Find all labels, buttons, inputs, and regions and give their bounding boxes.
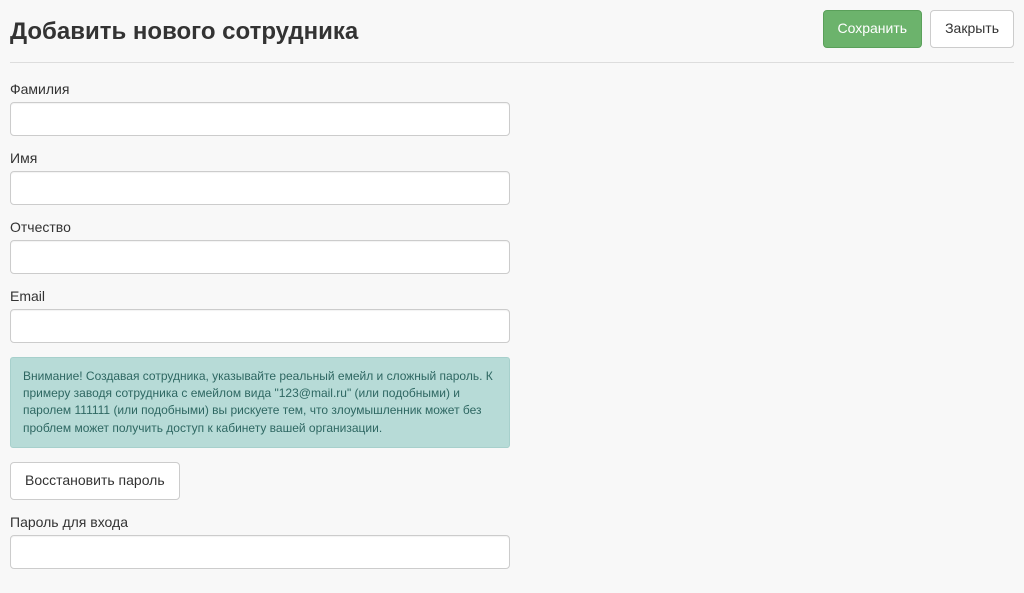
save-button[interactable]: Сохранить <box>823 10 923 48</box>
form-group-email: Email <box>10 288 510 343</box>
page-title: Добавить нового сотрудника <box>10 16 358 47</box>
first-name-input[interactable] <box>10 171 510 205</box>
last-name-label: Фамилия <box>10 81 510 97</box>
form-group-patronymic: Отчество <box>10 219 510 274</box>
header-actions: Сохранить Закрыть <box>823 10 1015 48</box>
last-name-input[interactable] <box>10 102 510 136</box>
employee-form: Фамилия Имя Отчество Email Внимание! Соз… <box>10 81 510 569</box>
form-group-first-name: Имя <box>10 150 510 205</box>
patronymic-label: Отчество <box>10 219 510 235</box>
restore-password-wrap: Восстановить пароль <box>10 462 510 500</box>
form-group-last-name: Фамилия <box>10 81 510 136</box>
close-button[interactable]: Закрыть <box>930 10 1014 48</box>
password-label: Пароль для входа <box>10 514 510 530</box>
password-input[interactable] <box>10 535 510 569</box>
password-warning-alert: Внимание! Создавая сотрудника, указывайт… <box>10 357 510 449</box>
email-label: Email <box>10 288 510 304</box>
restore-password-button[interactable]: Восстановить пароль <box>10 462 180 500</box>
email-input[interactable] <box>10 309 510 343</box>
first-name-label: Имя <box>10 150 510 166</box>
page-header: Добавить нового сотрудника Сохранить Зак… <box>10 10 1014 63</box>
form-group-password: Пароль для входа <box>10 514 510 569</box>
patronymic-input[interactable] <box>10 240 510 274</box>
